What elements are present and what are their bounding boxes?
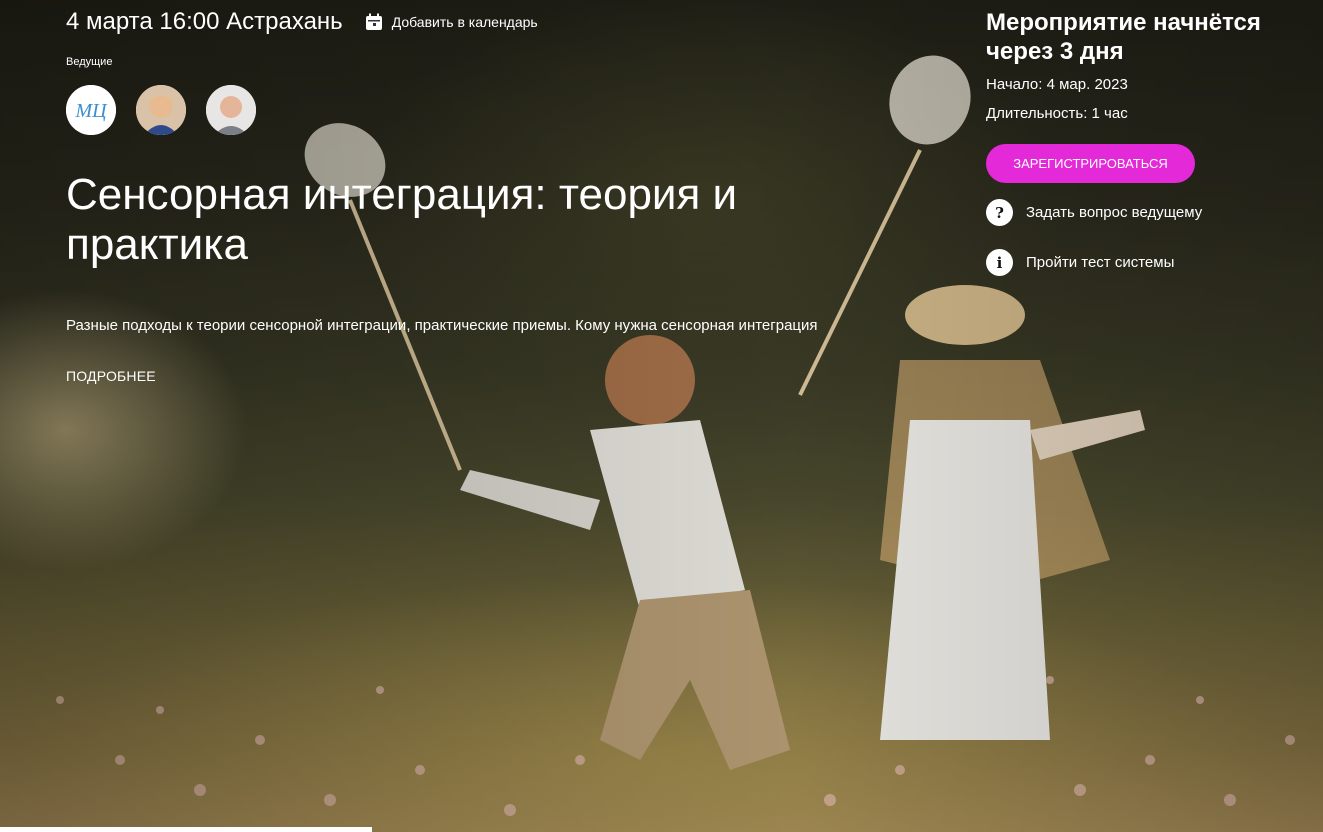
host-avatar-woman[interactable] [136, 85, 186, 135]
host-avatar-logo[interactable]: МЦ [66, 85, 116, 135]
ask-host-label: Задать вопрос ведущему [1026, 204, 1203, 221]
system-test-label: Пройти тест системы [1026, 254, 1175, 271]
info-icon: i [986, 249, 1013, 276]
event-date-city: 4 марта 16:00 Астрахань [66, 8, 343, 35]
event-title: Сенсорная интеграция: теория и практика [66, 170, 738, 269]
countdown-heading: Мероприятие начнётся через 3 дня [986, 9, 1261, 65]
host-avatar-man[interactable] [206, 85, 256, 135]
event-description: Разные подходы к теории сенсорной интегр… [66, 317, 818, 334]
start-date: Начало: 4 мар. 2023 [986, 76, 1128, 93]
ask-host-button[interactable]: ? Задать вопрос ведущему [986, 199, 1306, 226]
calendar-icon [365, 13, 383, 31]
more-details-link[interactable]: ПОДРОБНЕЕ [66, 368, 156, 384]
registration-panel: Мероприятие начнётся через 3 дня Начало:… [986, 8, 1306, 276]
add-to-calendar-button[interactable]: Добавить в календарь [365, 13, 538, 31]
system-test-button[interactable]: i Пройти тест системы [986, 249, 1306, 276]
hosts-label: Ведущие [66, 56, 113, 68]
add-to-calendar-label: Добавить в календарь [391, 14, 538, 30]
duration: Длительность: 1 час [986, 105, 1128, 122]
host-avatar-logo-text: МЦ [74, 100, 108, 122]
question-icon: ? [986, 199, 1013, 226]
event-header: 4 марта 16:00 Астрахань Добавить в кален… [66, 8, 538, 36]
register-button[interactable]: ЗАРЕГИСТРИРОВАТЬСЯ [986, 144, 1195, 183]
bottom-white-strip [0, 827, 372, 832]
hosts-list: МЦ [66, 85, 256, 135]
